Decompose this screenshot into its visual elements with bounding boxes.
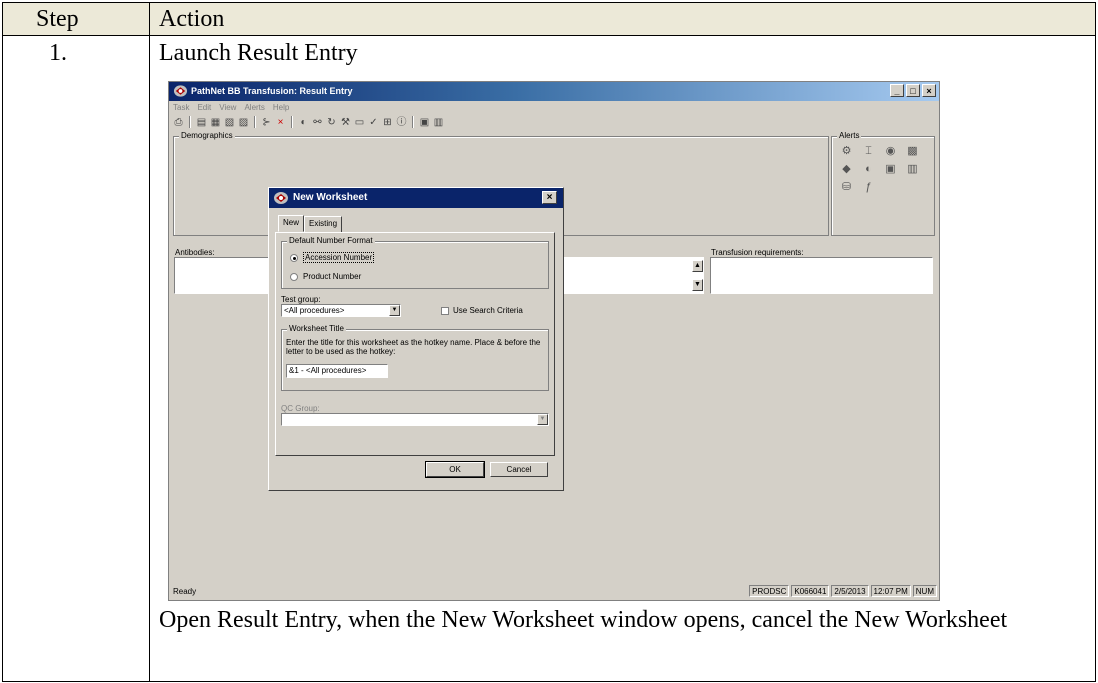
refresh-icon[interactable]: ↻: [326, 117, 337, 128]
status-time: 12:07 PM: [870, 585, 911, 597]
default-number-format-label: Default Number Format: [287, 236, 375, 245]
menu-task[interactable]: Task: [173, 103, 189, 112]
alert-bag-icon[interactable]: ⛁: [840, 181, 853, 193]
dialog-titlebar: New Worksheet ×: [269, 188, 563, 208]
close-button[interactable]: ×: [922, 84, 936, 97]
radio-product-number[interactable]: Product Number: [290, 272, 361, 281]
test-group-label: Test group:: [281, 295, 321, 304]
chevron-down-icon[interactable]: ▼: [389, 305, 400, 316]
cancel-button[interactable]: Cancel: [490, 462, 548, 477]
save-worksheet-icon[interactable]: ▨: [238, 117, 249, 128]
use-search-criteria-checkbox[interactable]: Use Search Criteria: [441, 306, 523, 315]
status-date: 2/5/2013: [831, 585, 869, 597]
tools-icon[interactable]: ⚒: [340, 117, 351, 128]
alerts-group: Alerts ⚙ ⌶ ◉ ▩ ◆ ◐ ▣ ▥ ⛁ ƒ: [831, 131, 935, 236]
pathnet-logo-icon: [274, 192, 288, 204]
antibodies-label: Antibodies:: [175, 248, 215, 257]
branch-icon[interactable]: ⊱: [261, 117, 272, 128]
maximize-button[interactable]: □: [906, 84, 920, 97]
alert-formula-icon[interactable]: ƒ: [862, 181, 875, 193]
delete-icon[interactable]: ×: [275, 117, 286, 128]
step-number: 1.: [49, 40, 67, 66]
tab-new[interactable]: New: [278, 215, 305, 232]
header-step: Step: [36, 6, 79, 32]
alert-window-icon[interactable]: ▣: [884, 163, 897, 175]
status-ready: Ready: [173, 587, 197, 596]
antibodies-field-right[interactable]: [564, 257, 704, 294]
window-title: PathNet BB Transfusion: Result Entry: [191, 86, 353, 96]
test-group-select[interactable]: <All procedures> ▼: [281, 304, 401, 317]
chart-icon[interactable]: ⊞: [382, 117, 393, 128]
menu-help[interactable]: Help: [273, 103, 289, 112]
print-icon[interactable]: ⎙: [173, 117, 184, 128]
transfusion-field[interactable]: [710, 257, 933, 294]
qc-group-select[interactable]: ▼: [281, 413, 549, 426]
status-server: PRODSC: [749, 585, 790, 597]
alert-image-icon[interactable]: ▩: [906, 145, 919, 157]
dialog-title: New Worksheet: [293, 192, 368, 203]
default-number-format-group: Default Number Format Accession Number P…: [281, 236, 549, 289]
worksheet-title-group: Worksheet Title Enter the title for this…: [281, 324, 549, 391]
dialog-close-button[interactable]: ×: [542, 191, 557, 204]
alert-antibody-icon[interactable]: ◐: [862, 163, 875, 175]
pathnet-logo-icon: [173, 85, 188, 97]
worksheet-title-help: Enter the title for this worksheet as th…: [286, 338, 541, 356]
alert-allergy-icon[interactable]: ⚙: [840, 145, 853, 157]
tab-existing[interactable]: Existing: [304, 216, 343, 233]
step-instruction: Open Result Entry, when the New Workshee…: [159, 607, 1008, 633]
document-icon[interactable]: ▭: [354, 117, 365, 128]
status-num: NUM: [912, 585, 937, 597]
demographics-label: Demographics: [179, 131, 235, 140]
chevron-down-icon[interactable]: ▼: [537, 414, 548, 425]
new-tab-panel: Default Number Format Accession Number P…: [275, 232, 555, 456]
scroll-up-icon[interactable]: ▲: [692, 260, 703, 272]
open-patient-icon[interactable]: ▤: [196, 117, 207, 128]
menu-view[interactable]: View: [219, 103, 236, 112]
worksheet-title-input[interactable]: &1 - <All procedures>: [286, 364, 388, 378]
info-icon[interactable]: ⓘ: [396, 117, 407, 128]
minimize-button[interactable]: _: [890, 84, 904, 97]
new-worksheet-icon[interactable]: ▧: [224, 117, 235, 128]
alert-pin-icon[interactable]: ⌶: [862, 145, 875, 157]
window-titlebar: PathNet BB Transfusion: Result Entry _ □…: [169, 82, 939, 101]
worksheet-title-label: Worksheet Title: [287, 324, 346, 333]
radio-accession-number[interactable]: Accession Number: [290, 252, 375, 263]
alert-globe-icon[interactable]: ◉: [884, 145, 897, 157]
layout-icon[interactable]: ▥: [433, 117, 444, 128]
header-action: Action: [159, 6, 225, 32]
window-icon[interactable]: ▣: [419, 117, 430, 128]
ok-button[interactable]: OK: [425, 461, 485, 478]
menu-alerts[interactable]: Alerts: [244, 103, 264, 112]
menu-bar: Task Edit View Alerts Help: [173, 103, 289, 112]
transfusion-label: Transfusion requirements:: [711, 248, 804, 257]
new-worksheet-dialog: New Worksheet × New Existing Default Num…: [268, 187, 564, 491]
alerts-label: Alerts: [837, 131, 862, 140]
step-title: Launch Result Entry: [159, 40, 358, 66]
scroll-down-icon[interactable]: ▼: [692, 279, 703, 291]
procedure-table: Step Action 1. Launch Result Entry Open …: [2, 2, 1096, 682]
alert-arrow-icon[interactable]: ◆: [840, 163, 853, 175]
status-bar: Ready PRODSC K066041 2/5/2013 12:07 PM N…: [171, 585, 937, 598]
toolbar: ⎙ ▤ ▦ ▧ ▨ ⊱ × ◐ ⚯ ↻ ⚒ ▭ ✓ ⊞ ⓘ ▣ ▥: [173, 116, 444, 128]
alert-layout-icon[interactable]: ▥: [906, 163, 919, 175]
antibody-icon[interactable]: ◐: [298, 117, 309, 128]
open-worksheet-icon[interactable]: ▦: [210, 117, 221, 128]
binoculars-icon[interactable]: ⚯: [312, 117, 323, 128]
menu-edit[interactable]: Edit: [197, 103, 211, 112]
status-user: K066041: [791, 585, 830, 597]
qc-group-label: QC Group:: [281, 404, 320, 413]
verify-icon[interactable]: ✓: [368, 117, 379, 128]
result-entry-window: PathNet BB Transfusion: Result Entry _ □…: [168, 81, 940, 601]
